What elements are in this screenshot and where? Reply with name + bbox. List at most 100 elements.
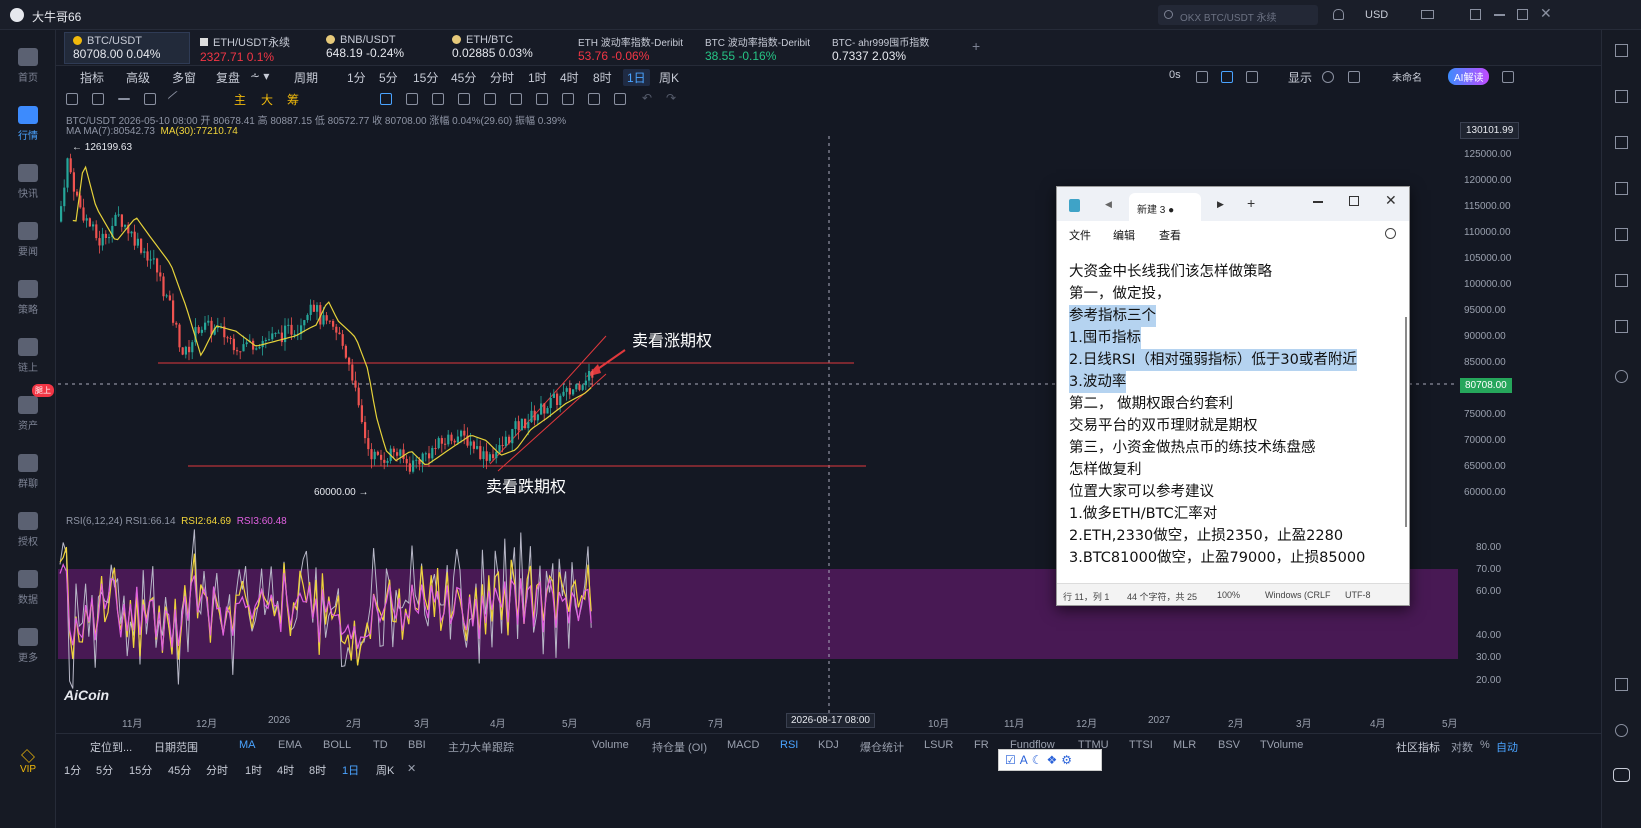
brush-icon[interactable] [458, 93, 470, 105]
chart-type-button[interactable]: ⩪ ▾ [250, 69, 269, 83]
auto-scale-toggle[interactable]: 自动 [1496, 739, 1518, 755]
percent-scale-toggle[interactable]: % [1480, 739, 1490, 751]
currency-select[interactable]: USD [1365, 9, 1388, 21]
add-ticker-button[interactable]: + [972, 38, 980, 54]
chatbot-icon[interactable] [1613, 768, 1630, 782]
sidebar-item-data[interactable]: 数据 [0, 560, 56, 616]
hline-icon[interactable] [118, 98, 130, 100]
period-week[interactable]: 周K [659, 69, 679, 86]
trash-icon[interactable] [614, 93, 626, 105]
menu-view[interactable]: 查看 [1159, 227, 1181, 243]
ticker-btc-usdt[interactable]: BTC/USDT 80708.00 0.04% [64, 32, 190, 64]
indicator-bbi[interactable]: BBI [408, 739, 426, 751]
notepad-window[interactable]: ◀ 新建 3 ● ▶ + ✕ 文件 编辑 查看 大资金中长线我们该怎样做策略 第… [1056, 186, 1410, 606]
fullscreen-icon[interactable] [1348, 71, 1360, 83]
draw-main-button[interactable]: 主 [234, 91, 246, 108]
new-tab-button[interactable]: + [1247, 195, 1255, 211]
community-indicators-button[interactable]: 社区指标 [1396, 739, 1440, 755]
period-1d[interactable]: 1日 [623, 69, 650, 86]
indicator-ma[interactable]: MA [239, 739, 256, 751]
bottom-period-timeline[interactable]: 分时 [206, 762, 228, 778]
layout-icon[interactable] [1615, 44, 1628, 57]
indicator-kdj[interactable]: KDJ [818, 739, 839, 751]
redo-icon[interactable]: ↷ [666, 91, 676, 105]
ticker-eth-btc[interactable]: ETH/BTC 0.02885 0.03% [444, 32, 570, 64]
eye-icon[interactable] [484, 93, 496, 105]
ime-toolbar[interactable]: ☑A☾❖⚙ [998, 749, 1102, 771]
display-button[interactable]: 显示 [1288, 69, 1312, 86]
advanced-button[interactable]: 高级 [126, 69, 150, 86]
period-15m[interactable]: 15分 [413, 69, 438, 86]
draw-chip-button[interactable]: 筹 [287, 91, 299, 108]
list-icon[interactable] [1615, 90, 1628, 103]
indicator-liquidation[interactable]: 爆仓统计 [860, 739, 904, 755]
sidebar-item-chat[interactable]: 群聊 [0, 444, 56, 500]
tab-prev-icon[interactable]: ◀ [1105, 199, 1112, 210]
window-restore-icon[interactable] [1470, 9, 1481, 20]
card-icon[interactable] [1615, 274, 1628, 287]
menu-edit[interactable]: 编辑 [1113, 227, 1135, 243]
period-timeline[interactable]: 分时 [490, 69, 514, 86]
bottom-period-15m[interactable]: 15分 [129, 762, 152, 778]
sidebar-item-more[interactable]: 更多 [0, 618, 56, 674]
bottom-period-1d[interactable]: 1日 [342, 762, 359, 778]
period-5m[interactable]: 5分 [379, 69, 398, 86]
bottom-period-8h[interactable]: 8时 [309, 762, 326, 778]
bell-icon[interactable] [1333, 9, 1344, 20]
notepad-maximize-icon[interactable] [1349, 196, 1359, 206]
period-4h[interactable]: 4时 [560, 69, 579, 86]
ticker-eth-volatility[interactable]: ETH 波动率指数-Deribit 53.76 -0.06% [570, 32, 696, 64]
tag-icon[interactable] [562, 93, 574, 105]
indicator-volume[interactable]: Volume [592, 739, 629, 751]
indicator-oi[interactable]: 持仓量 (OI) [652, 739, 707, 755]
undo-icon[interactable]: ↶ [642, 91, 652, 105]
settings-icon[interactable] [1322, 71, 1334, 83]
stats-icon[interactable] [1615, 182, 1628, 195]
log-scale-toggle[interactable]: 对数 [1451, 739, 1473, 755]
close-icon[interactable]: ✕ [1540, 5, 1552, 22]
camera-icon[interactable] [1196, 71, 1208, 83]
bottom-period-week[interactable]: 周K [376, 762, 394, 778]
sidebar-item-authorize[interactable]: 授权 [0, 502, 56, 558]
draw-big-button[interactable]: 大 [261, 91, 273, 108]
calculator-icon[interactable] [1615, 136, 1628, 149]
lock-icon[interactable] [510, 93, 522, 105]
indicator-bsv[interactable]: BSV [1218, 739, 1240, 751]
period-45m[interactable]: 45分 [451, 69, 476, 86]
indicator-macd[interactable]: MACD [727, 739, 759, 751]
indicator-tvolume[interactable]: TVolume [1260, 739, 1303, 751]
sidebar-item-market[interactable]: 行情 [0, 96, 56, 152]
search-input[interactable]: OKX BTC/USDT 永续 [1158, 5, 1318, 25]
bottom-period-45m[interactable]: 45分 [168, 762, 191, 778]
layout-name-dropdown[interactable]: 未命名 [1392, 69, 1422, 84]
period-8h[interactable]: 8时 [593, 69, 612, 86]
indicator-ttsi[interactable]: TTSI [1129, 739, 1153, 751]
notepad-text-area[interactable]: 大资金中长线我们该怎样做策略 第一，做定投， 参考指标三个 1.囤币指标 2.日… [1057, 247, 1409, 583]
period-1h[interactable]: 1时 [528, 69, 547, 86]
notepad-close-icon[interactable]: ✕ [1385, 192, 1397, 209]
filter-icon[interactable] [588, 93, 600, 105]
indicator-lsur[interactable]: LSUR [924, 739, 953, 751]
copy-icon[interactable] [380, 93, 392, 105]
minimize-icon[interactable] [1494, 14, 1505, 16]
indicator-boll[interactable]: BOLL [323, 739, 351, 751]
locate-button[interactable]: 定位到... [90, 739, 132, 755]
monitor-icon[interactable] [1615, 228, 1628, 241]
magnet-icon[interactable] [432, 93, 444, 105]
indicator-td[interactable]: TD [373, 739, 388, 751]
robot-icon[interactable] [1615, 320, 1628, 333]
ticker-btc-volatility[interactable]: BTC 波动率指数-Deribit 38.55 -0.16% [697, 32, 823, 64]
replay-button[interactable]: 复盘 [216, 69, 240, 86]
link-icon[interactable] [406, 93, 418, 105]
indicator-rsi[interactable]: RSI [780, 739, 798, 751]
bottom-period-1h[interactable]: 1时 [245, 762, 262, 778]
sidebar-item-strategy[interactable]: 策略 [0, 270, 56, 326]
lines-icon[interactable] [92, 93, 104, 105]
bottom-period-5m[interactable]: 5分 [96, 762, 113, 778]
grid-icon[interactable] [1615, 678, 1628, 691]
ticker-ahr999[interactable]: BTC- ahr999囤币指数 0.7337 2.03% [824, 32, 950, 64]
indicator-fr[interactable]: FR [974, 739, 989, 751]
maximize-icon[interactable] [1517, 9, 1528, 20]
sidebar-item-onchain[interactable]: 链上 [0, 328, 56, 384]
mail-icon[interactable] [1421, 10, 1434, 19]
